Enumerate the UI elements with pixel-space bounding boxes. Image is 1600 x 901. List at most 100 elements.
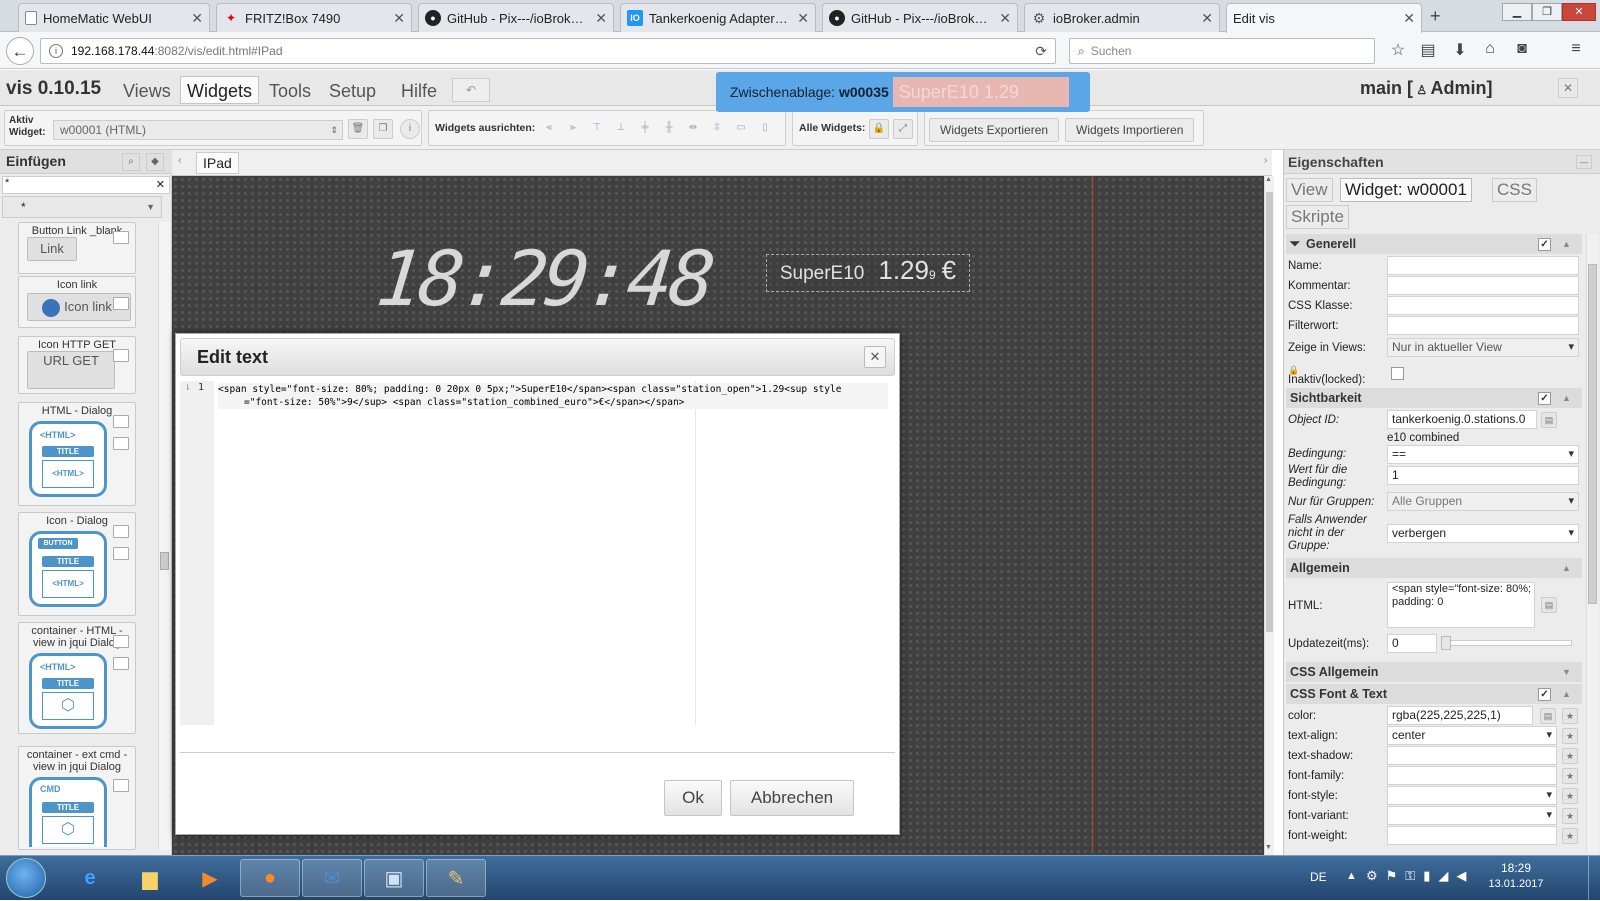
align-bottom-icon[interactable]: ⊥: [611, 119, 631, 139]
back-icon[interactable]: ←: [6, 37, 34, 65]
widget-card-container-cmd-dialog[interactable]: container - ext cmd - view in jqui Dialo…: [18, 746, 136, 850]
distribute-h-icon[interactable]: ⇹: [683, 119, 703, 139]
close-tab-icon[interactable]: ✕: [999, 10, 1011, 27]
section-checkbox[interactable]: ✓: [1538, 392, 1551, 405]
same-height-icon[interactable]: ▯: [755, 119, 775, 139]
font-variant-select[interactable]: [1387, 806, 1557, 825]
close-tab-icon[interactable]: ✕: [393, 10, 405, 27]
section-checkbox[interactable]: ✓: [1538, 238, 1551, 251]
star-icon[interactable]: ★: [1562, 728, 1578, 744]
code-editor[interactable]: ⇂ 1 <span style="font-size: 80%; padding…: [180, 381, 895, 725]
menu-hilfe[interactable]: Hilfe: [394, 76, 444, 104]
close-tab-icon[interactable]: ✕: [595, 10, 607, 27]
section-sichtbarkeit[interactable]: Sichtbarkeit ✓ ▲: [1286, 388, 1582, 408]
thunderbird-icon[interactable]: ✉: [302, 859, 362, 897]
widget-card-icon-http-get[interactable]: Icon HTTP GET URL GET: [18, 336, 136, 394]
object-id-input[interactable]: tankerkoenig.0.stations.0: [1387, 410, 1537, 429]
align-middle-icon[interactable]: ╫: [659, 119, 679, 139]
export-widgets-button[interactable]: Widgets Exportieren: [929, 118, 1060, 142]
info-icon[interactable]: i: [400, 119, 420, 139]
font-family-input[interactable]: [1387, 766, 1557, 785]
update-input[interactable]: 0: [1387, 634, 1437, 653]
star-icon[interactable]: ★: [1562, 708, 1578, 724]
expand-icon[interactable]: ▼: [1562, 662, 1571, 682]
search-icon[interactable]: ⌕: [122, 153, 140, 171]
widget-card-icon-link[interactable]: Icon link Icon link: [18, 276, 136, 328]
chevron-right-icon[interactable]: ›: [1264, 155, 1267, 166]
close-icon[interactable]: ✕: [156, 178, 165, 191]
undo-icon[interactable]: ↶: [452, 78, 490, 102]
tray-icons[interactable]: ⚙⚑⚿▮◢◀: [1366, 868, 1474, 884]
collapse-icon[interactable]: ▲: [1562, 234, 1571, 254]
widget-card-icon-dialog[interactable]: Icon - Dialog BUTTON TITLE <HTML>: [18, 512, 136, 616]
close-icon[interactable]: ✕: [864, 346, 886, 368]
scroll-up-icon[interactable]: ▲: [1265, 176, 1272, 183]
internet-explorer-icon[interactable]: e: [60, 859, 120, 897]
canvas-scrollbar[interactable]: ▲ ▼: [1264, 176, 1274, 855]
close-tab-icon[interactable]: ✕: [1403, 10, 1415, 27]
color-input[interactable]: rgba(225,225,225,1): [1387, 706, 1533, 725]
active-widget-select[interactable]: w00001 (HTML) ⇕: [53, 120, 343, 140]
paint-icon[interactable]: ✎: [426, 859, 486, 897]
file-explorer-icon[interactable]: ▆: [120, 859, 180, 897]
font-weight-input[interactable]: [1387, 826, 1557, 845]
home-icon[interactable]: ⌂: [1480, 40, 1500, 58]
align-top-icon[interactable]: ⊤: [587, 119, 607, 139]
section-allgemein[interactable]: Allgemein ▲: [1286, 558, 1582, 578]
html-textarea[interactable]: <span style="font-size: 80%; padding: 0: [1387, 582, 1535, 628]
scrollbar[interactable]: [158, 222, 170, 850]
browser-tab-tankerkoenig[interactable]: IO Tankerkoenig Adapter - i... ✕: [620, 3, 816, 32]
tab-css[interactable]: CSS: [1492, 178, 1537, 202]
color-picker-icon[interactable]: ▤: [1540, 708, 1556, 724]
close-tab-icon[interactable]: ✕: [191, 10, 203, 27]
filter-input[interactable]: * ✕: [2, 176, 170, 194]
browser-tab-fritzbox[interactable]: ✦ FRITZ!Box 7490 ✕: [216, 3, 412, 32]
widget-card-button-link[interactable]: Button Link _blank Link: [18, 222, 136, 274]
lock-icon[interactable]: 🔒: [869, 119, 889, 139]
browser-tab-github-1[interactable]: ● GitHub - Pix---/ioBroker.... ✕: [418, 3, 614, 32]
language-indicator[interactable]: DE: [1310, 870, 1327, 884]
menu-icon[interactable]: ≡: [1566, 40, 1586, 58]
close-icon[interactable]: ✕: [1558, 78, 1578, 98]
star-icon[interactable]: ★: [1562, 788, 1578, 804]
align-right-icon[interactable]: ⫸: [563, 119, 583, 139]
collapse-icon[interactable]: ▲: [1562, 388, 1571, 408]
remote-desktop-icon[interactable]: ▣: [364, 859, 424, 897]
align-left-icon[interactable]: ⫷: [539, 119, 559, 139]
filterwort-input[interactable]: [1387, 316, 1579, 335]
resize-icon[interactable]: ⤢: [893, 119, 913, 139]
reading-list-icon[interactable]: ▤: [1418, 40, 1438, 60]
import-widgets-button[interactable]: Widgets Importieren: [1065, 118, 1195, 142]
pocket-icon[interactable]: ◙: [1512, 40, 1532, 58]
ok-button[interactable]: Ok: [664, 780, 722, 816]
info-icon[interactable]: i: [49, 44, 63, 58]
browser-tab-edit-vis[interactable]: Edit vis ✕: [1226, 3, 1422, 33]
tab-ipad[interactable]: IPad: [196, 152, 239, 174]
gruppen-select[interactable]: Alle Gruppen: [1387, 492, 1579, 511]
tab-view[interactable]: View: [1286, 178, 1333, 202]
fold-icon[interactable]: ⇂: [184, 383, 191, 392]
kommentar-input[interactable]: [1387, 276, 1579, 295]
collapse-icon[interactable]: ▲: [1562, 684, 1571, 704]
star-icon[interactable]: ★: [1562, 768, 1578, 784]
reload-icon[interactable]: ⟳: [1035, 43, 1047, 60]
same-width-icon[interactable]: ▭: [731, 119, 751, 139]
text-shadow-input[interactable]: [1387, 746, 1557, 765]
star-icon[interactable]: ★: [1562, 828, 1578, 844]
tab-skripte[interactable]: Skripte: [1286, 205, 1349, 229]
text-align-select[interactable]: center: [1387, 726, 1557, 745]
clock-widget[interactable]: 18:29:48: [372, 234, 715, 323]
close-tab-icon[interactable]: ✕: [797, 10, 809, 27]
scroll-down-icon[interactable]: ▼: [1265, 844, 1272, 851]
section-checkbox[interactable]: ✓: [1538, 688, 1551, 701]
clock-time[interactable]: 18:29: [1480, 861, 1552, 875]
tab-widget[interactable]: Widget: w00001: [1340, 178, 1472, 202]
download-icon[interactable]: ⬇: [1450, 40, 1470, 60]
star-icon[interactable]: ★: [1562, 808, 1578, 824]
close-window-icon[interactable]: ✕: [1562, 3, 1596, 21]
media-player-icon[interactable]: ▶: [180, 859, 240, 897]
falls-select[interactable]: verbergen: [1387, 524, 1579, 543]
wert-input[interactable]: 1: [1387, 466, 1579, 485]
section-css-allgemein[interactable]: CSS Allgemein ▼: [1286, 662, 1582, 682]
menu-widgets[interactable]: Widgets: [180, 76, 260, 104]
